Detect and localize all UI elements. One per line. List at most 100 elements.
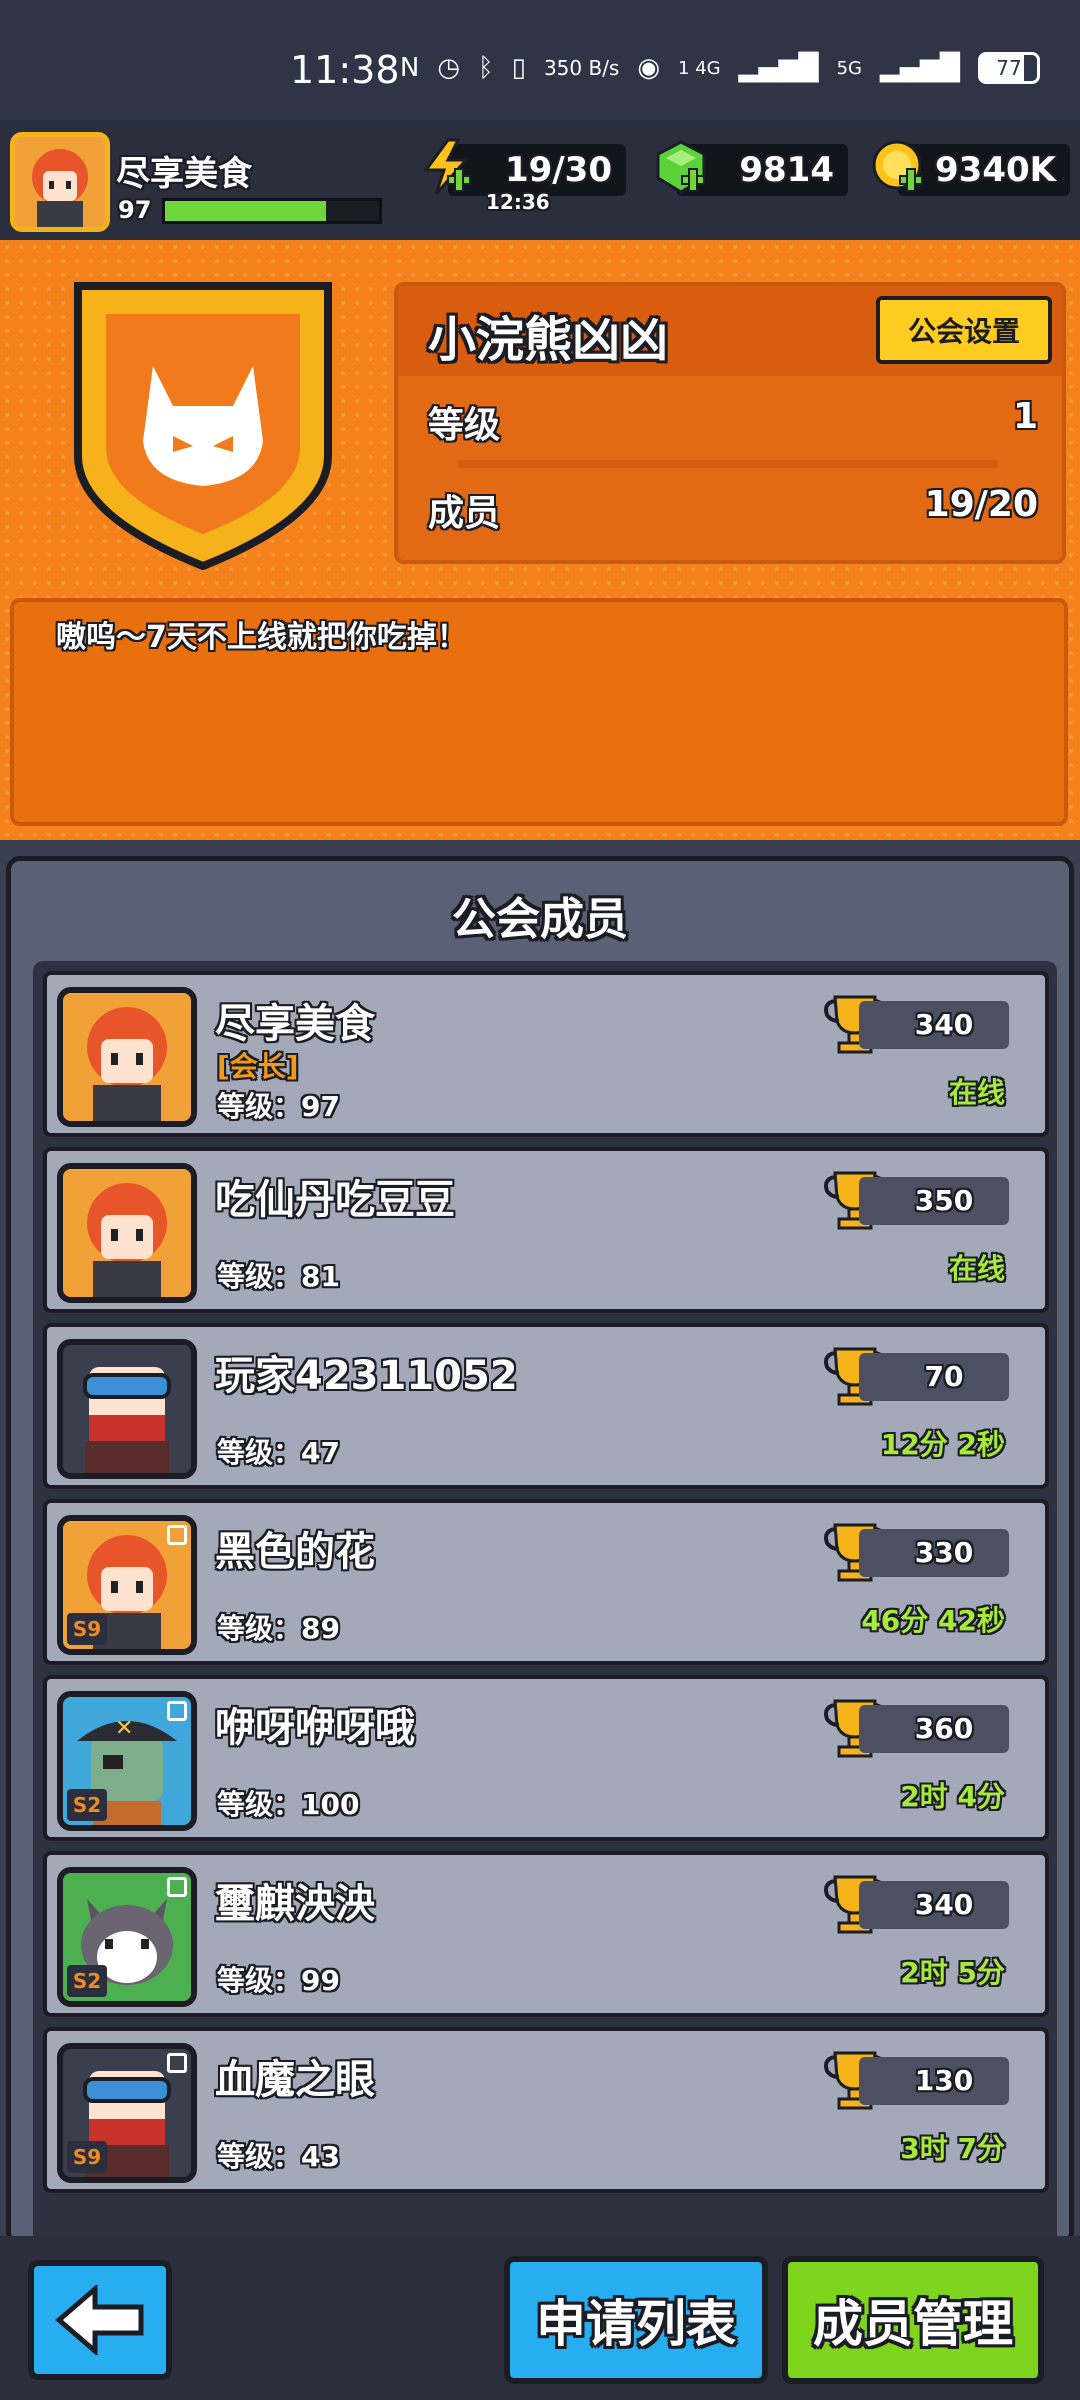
guild-description-panel: 嗷呜～7天不上线就把你吃掉！ bbox=[10, 598, 1068, 826]
member-name: 玩家42311052 bbox=[215, 1353, 518, 1399]
bottom-bar: 申请列表 成员管理 bbox=[0, 2236, 1080, 2400]
alarm-icon: ◷ bbox=[437, 53, 461, 83]
member-name: 咿呀咿呀哦 bbox=[215, 1705, 415, 1751]
status-time: 11:38 bbox=[290, 48, 400, 92]
guild-settings-button[interactable]: 公会设置 bbox=[876, 296, 1052, 364]
member-card[interactable]: S2 璽麒泱泱 等级：99 340 2时 5分 bbox=[43, 1851, 1049, 2017]
member-trophies: 70 bbox=[859, 1353, 1009, 1401]
season-tag: S2 bbox=[67, 1965, 107, 1997]
signal-bars-icon: ▂▄▆█ bbox=[738, 53, 819, 83]
season-tag: S9 bbox=[67, 2141, 107, 2173]
member-avatar bbox=[57, 1339, 197, 1479]
profile-avatar[interactable] bbox=[10, 132, 110, 232]
member-status: 在线 bbox=[948, 1252, 1005, 1285]
guild-title-row: 小浣熊凶凶 公会设置 bbox=[398, 286, 1062, 376]
member-level: 等级：100 bbox=[217, 1788, 360, 1821]
nfc-icon: N bbox=[399, 53, 420, 83]
profile-level: 97 bbox=[118, 196, 152, 224]
svg-text:✕: ✕ bbox=[115, 1716, 133, 1741]
rank-badge-icon bbox=[167, 1525, 187, 1545]
member-trophies: 360 bbox=[859, 1705, 1009, 1753]
vibrate-icon: ▯ bbox=[511, 53, 526, 83]
guild-emblem-cat-icon bbox=[74, 282, 332, 571]
member-management-button[interactable]: 成员管理 bbox=[782, 2256, 1044, 2384]
member-avatar bbox=[57, 1163, 197, 1303]
member-card[interactable]: S9 黑色的花 等级：89 330 46分 42秒 bbox=[43, 1499, 1049, 1665]
lightning-icon bbox=[423, 138, 471, 195]
member-level: 等级：99 bbox=[217, 1964, 340, 1997]
member-name: 吃仙丹吃豆豆 bbox=[215, 1177, 455, 1223]
member-level: 等级：47 bbox=[217, 1436, 340, 1469]
guild-members-row: 成员 19/20 bbox=[428, 484, 1038, 536]
energy-value: 19/30 bbox=[504, 150, 612, 190]
member-level: 等级：81 bbox=[217, 1260, 340, 1293]
guild-level-value: 1 bbox=[1012, 396, 1038, 437]
status-icons: N ◷ ᛒ ▯ 350 B/s ◉ 1 4G ▂▄▆█ 5G ▂▄▆█ 77 bbox=[400, 52, 1040, 84]
guild-name: 小浣熊凶凶 bbox=[428, 312, 669, 368]
profile-name: 尽享美食 bbox=[116, 154, 252, 194]
rank-badge-icon bbox=[167, 1701, 187, 1721]
season-tag: S2 bbox=[67, 1789, 107, 1821]
member-trophies: 340 bbox=[859, 1001, 1009, 1049]
energy-timer: 12:36 bbox=[486, 190, 550, 214]
guild-header: 小浣熊凶凶 公会设置 等级 1 成员 19/20 嗷呜～7天不上线就把你吃掉！ bbox=[0, 240, 1080, 840]
member-status: 3时 7分 bbox=[900, 2132, 1005, 2165]
battery-icon: 77 bbox=[978, 52, 1040, 84]
member-status: 12分 2秒 bbox=[880, 1428, 1005, 1461]
goggles-avatar-icon bbox=[63, 1345, 191, 1473]
member-avatar: S9 bbox=[57, 2043, 197, 2183]
net-speed: 350 B/s bbox=[543, 56, 620, 80]
rank-badge-icon bbox=[167, 2053, 187, 2073]
back-arrow-icon bbox=[55, 2285, 144, 2355]
member-card[interactable]: 尽享美食 [会长] 等级：97 340 在线 bbox=[43, 971, 1049, 1137]
member-avatar: S9 bbox=[57, 1515, 197, 1655]
guild-info-panel: 小浣熊凶凶 公会设置 等级 1 成员 19/20 bbox=[394, 282, 1066, 564]
member-trophies: 350 bbox=[859, 1177, 1009, 1225]
guild-level-label: 等级 bbox=[428, 405, 501, 446]
signal2-label: 5G bbox=[836, 57, 863, 79]
member-title: [会长] bbox=[217, 1050, 299, 1083]
member-card[interactable]: 玩家42311052 等级：47 70 12分 2秒 bbox=[43, 1323, 1049, 1489]
member-level: 等级：43 bbox=[217, 2140, 340, 2173]
member-trophies: 330 bbox=[859, 1529, 1009, 1577]
resource-bar: 尽享美食 97 19/30 12:36 9814 9340K bbox=[0, 120, 1080, 240]
coin-value: 9340K bbox=[935, 150, 1056, 190]
orange-hair-avatar-icon bbox=[63, 993, 191, 1121]
member-avatar bbox=[57, 987, 197, 1127]
rank-badge-icon bbox=[167, 1877, 187, 1897]
member-card[interactable]: S9 血魔之眼等级：43 130 3时 7分 bbox=[43, 2027, 1049, 2193]
member-avatar: S2 bbox=[57, 1867, 197, 2007]
season-tag: S9 bbox=[67, 1613, 107, 1645]
apply-list-button[interactable]: 申请列表 bbox=[504, 2256, 768, 2384]
member-status: 2时 4分 bbox=[900, 1780, 1005, 1813]
members-list[interactable]: 尽享美食 [会长] 等级：97 340 在线 吃仙丹吃豆豆 等级：81 350 在线 玩家4231… bbox=[33, 961, 1057, 2241]
guild-members-label: 成员 bbox=[428, 493, 501, 534]
coin-icon bbox=[872, 140, 923, 192]
guild-description: 嗷呜～7天不上线就把你吃掉！ bbox=[56, 620, 467, 655]
guild-level-row: 等级 1 bbox=[428, 396, 1038, 448]
guild-level-progress bbox=[458, 460, 998, 468]
xp-bar bbox=[162, 198, 382, 224]
member-status: 在线 bbox=[948, 1076, 1005, 1109]
member-name: 血魔之眼 bbox=[215, 2057, 375, 2103]
member-trophies: 340 bbox=[859, 1881, 1009, 1929]
orange-hair-avatar-icon bbox=[63, 1169, 191, 1297]
xp-fill bbox=[165, 201, 326, 221]
member-status: 2时 5分 bbox=[900, 1956, 1005, 1989]
member-avatar: ✕ S2 bbox=[57, 1691, 197, 1831]
member-card[interactable]: 吃仙丹吃豆豆等级：81 350 在线 bbox=[43, 1147, 1049, 1313]
status-bar: 11:38 N ◷ ᛒ ▯ 350 B/s ◉ 1 4G ▂▄▆█ 5G ▂▄▆… bbox=[0, 0, 1080, 120]
member-card[interactable]: ✕ S2 咿呀咿呀哦等级：100 360 2时 4分 bbox=[43, 1675, 1049, 1841]
bluetooth-icon: ᛒ bbox=[478, 53, 494, 83]
gem-icon bbox=[656, 140, 706, 194]
orange-hair-avatar-icon bbox=[15, 137, 105, 227]
member-level: 等级：97 bbox=[217, 1090, 340, 1123]
member-status: 46分 42秒 bbox=[861, 1604, 1005, 1637]
member-trophies: 130 bbox=[859, 2057, 1009, 2105]
back-button[interactable] bbox=[28, 2260, 172, 2380]
hotspot-icon: ◉ bbox=[637, 53, 661, 83]
members-title: 公会成员 bbox=[452, 894, 628, 945]
member-name: 尽享美食 bbox=[215, 1001, 375, 1047]
signal2-bars-icon: ▂▄▆█ bbox=[880, 53, 960, 83]
guild-members-panel: 公会成员 尽享美食 [会长] 等级：97 340 在线 吃仙丹吃豆豆 等级：81 350 在线玩… bbox=[6, 856, 1074, 2246]
